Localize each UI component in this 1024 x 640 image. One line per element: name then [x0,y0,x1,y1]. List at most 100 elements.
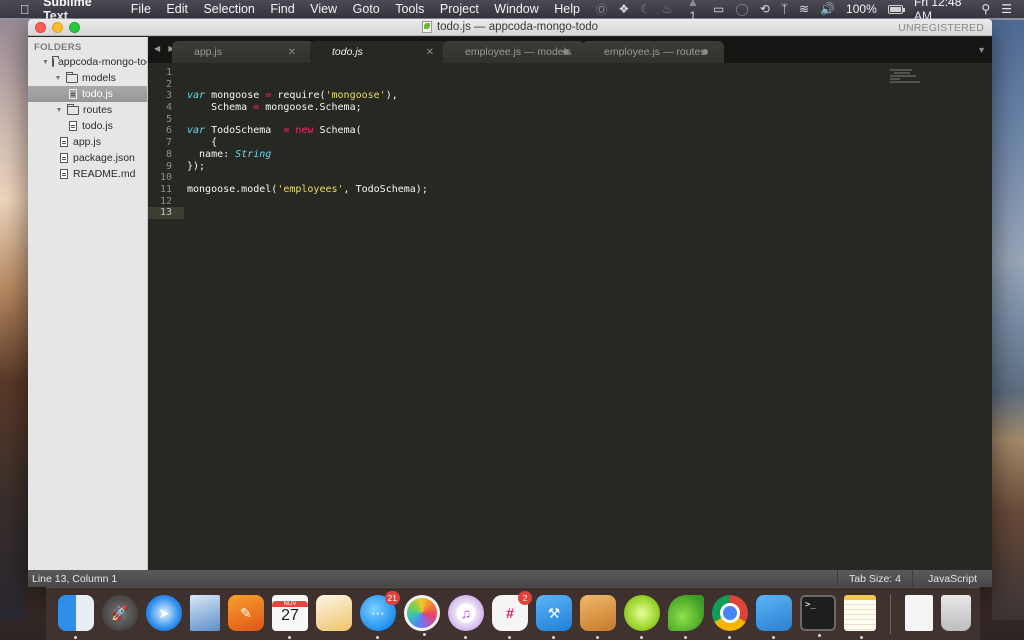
spotlight-search-icon[interactable]: ⚲ [981,2,990,16]
running-indicator [772,636,775,639]
wifi-icon[interactable]: ≋ [799,2,809,16]
dock-mail-icon[interactable] [190,595,220,631]
close-tab-icon[interactable]: ✕ [426,47,434,58]
code-line-7: { [187,137,992,149]
dock-safari-icon[interactable]: ➤ [146,595,182,631]
dock-chrome-icon[interactable] [712,595,748,639]
disclosure-triangle-icon[interactable]: ▼ [54,107,64,114]
time-machine-icon[interactable]: ⟲ [760,2,770,16]
maximize-window-button[interactable] [69,22,80,33]
menu-edit[interactable]: Edit [166,2,188,16]
volume-icon[interactable]: 🔊 [820,2,835,16]
tab-todo-js[interactable]: todo.js ✕ [310,41,452,63]
unsaved-dot-icon[interactable] [702,49,708,55]
chat-bubble-icon[interactable]: ◯ [735,2,748,16]
menu-goto[interactable]: Goto [353,2,380,16]
menu-help[interactable]: Help [554,2,580,16]
minimap[interactable] [890,69,930,89]
dock-photos-icon[interactable] [404,595,440,636]
dock-xcode-icon[interactable]: ⚒ [536,595,572,639]
bluetooth-icon[interactable]: ᛉ [781,2,788,16]
running-indicator [464,636,467,639]
tree-folder-models[interactable]: ▼ models [28,70,147,86]
dock-preview-icon[interactable] [580,595,616,639]
tab-employee-models[interactable]: employee.js — models [443,41,585,63]
disclosure-triangle-icon[interactable]: ▼ [53,75,63,82]
dock-slack-icon[interactable]: #2 [492,591,532,639]
menu-selection[interactable]: Selection [203,2,254,16]
token-identifier: mongoose.Schema; [259,102,362,114]
close-tab-icon[interactable]: ✕ [288,47,296,58]
battery-icon[interactable] [887,4,906,14]
tab-size-selector[interactable]: Tab Size: 4 [837,570,912,587]
dock-notes-icon[interactable] [844,595,876,639]
notification-center-icon[interactable]: ☰ [1001,2,1012,16]
title-bar[interactable]: todo.js — appcoda-mongo-todo UNREGISTERE… [28,19,992,36]
close-window-button[interactable] [35,22,46,33]
unsaved-dot-icon[interactable] [563,49,569,55]
dock-itunes-icon[interactable]: ♫ [448,595,484,639]
running-indicator [74,636,77,639]
notification-bell-icon[interactable]: ♨ [662,2,673,16]
code-editor[interactable]: 1 2 3 4 5 6 7 8 9 10 11 12 13 var mongoo… [148,63,992,570]
code-lines: var mongoose = require('mongoose'), Sche… [187,67,992,219]
syntax-selector[interactable]: JavaScript [912,570,992,587]
minimize-window-button[interactable] [52,22,63,33]
menu-file[interactable]: File [131,2,151,16]
notification-badge: 21 [384,591,400,605]
sublime-window: todo.js — appcoda-mongo-todo UNREGISTERE… [28,19,992,587]
menu-view[interactable]: View [310,2,337,16]
tree-file-app[interactable]: app.js [28,134,147,150]
dock-pages-icon[interactable]: ✎ [228,595,264,631]
token-call: mongoose.model( [187,183,278,195]
menu-find[interactable]: Find [270,2,294,16]
disclosure-triangle-icon[interactable]: ▼ [42,59,49,66]
dock-documents-stack-icon[interactable] [905,595,933,631]
file-icon [60,153,68,163]
dock-separator [890,594,891,634]
line-number: 2 [165,78,172,90]
menu-window[interactable]: Window [494,2,538,16]
dock-simulator-icon[interactable] [756,595,792,639]
tab-overflow-menu-icon[interactable]: ▼ [977,45,986,55]
calendar-day: 27 [281,607,299,624]
tab-employee-routes[interactable]: employee.js — routes [582,41,724,63]
code-line-13-cursor [187,207,992,219]
running-indicator [376,636,379,639]
tab-app-js[interactable]: app.js ✕ [172,41,314,63]
desktop-wallpaper-left [0,20,28,620]
code-line-8: name: String [187,149,992,161]
tree-file-readme[interactable]: README.md [28,166,147,182]
tree-label: appcoda-mongo-todo [57,56,147,68]
dock-messages-icon[interactable]: ⋯ 21 [360,591,400,639]
menu-tools[interactable]: Tools [395,2,424,16]
dock-leaf-icon[interactable] [668,595,704,639]
tree-file-models-todo[interactable]: todo.js [28,86,147,102]
tree-file-package[interactable]: package.json [28,150,147,166]
tree-label: todo.js [82,120,113,132]
battery-percentage[interactable]: 100% [846,2,877,16]
airplay-icon[interactable]: ▭ [713,2,724,16]
dock-launchpad-icon[interactable]: 🚀 [102,595,138,631]
document-proxy-icon[interactable] [421,21,432,33]
line-number: 1 [165,67,172,78]
tree-folder-root[interactable]: ▼ appcoda-mongo-todo [28,54,147,70]
tree-file-routes-todo[interactable]: todo.js [28,118,147,134]
tree-folder-routes[interactable]: ▼ routes [28,102,147,118]
apple-menu-icon[interactable]:  [14,2,35,17]
dock-pages-document-icon[interactable] [316,595,352,631]
license-status: UNREGISTERED [898,22,984,34]
menu-project[interactable]: Project [440,2,479,16]
dock-calendar-icon[interactable]: NOV 27 [272,595,308,639]
dock-lime-icon[interactable] [624,595,660,639]
folder-open-icon [66,71,78,83]
dropbox-icon[interactable]: ❖ [619,2,630,16]
dock-finder-icon[interactable] [58,595,94,639]
dock-terminal-icon[interactable]: >_ [800,595,836,637]
moon-icon[interactable]: ☾ [640,2,651,16]
dock-trash-icon[interactable] [941,595,971,631]
line-number: 4 [165,102,172,114]
dashlane-icon[interactable]: Ⓞ [596,1,608,18]
folders-header: FOLDERS [34,42,82,53]
